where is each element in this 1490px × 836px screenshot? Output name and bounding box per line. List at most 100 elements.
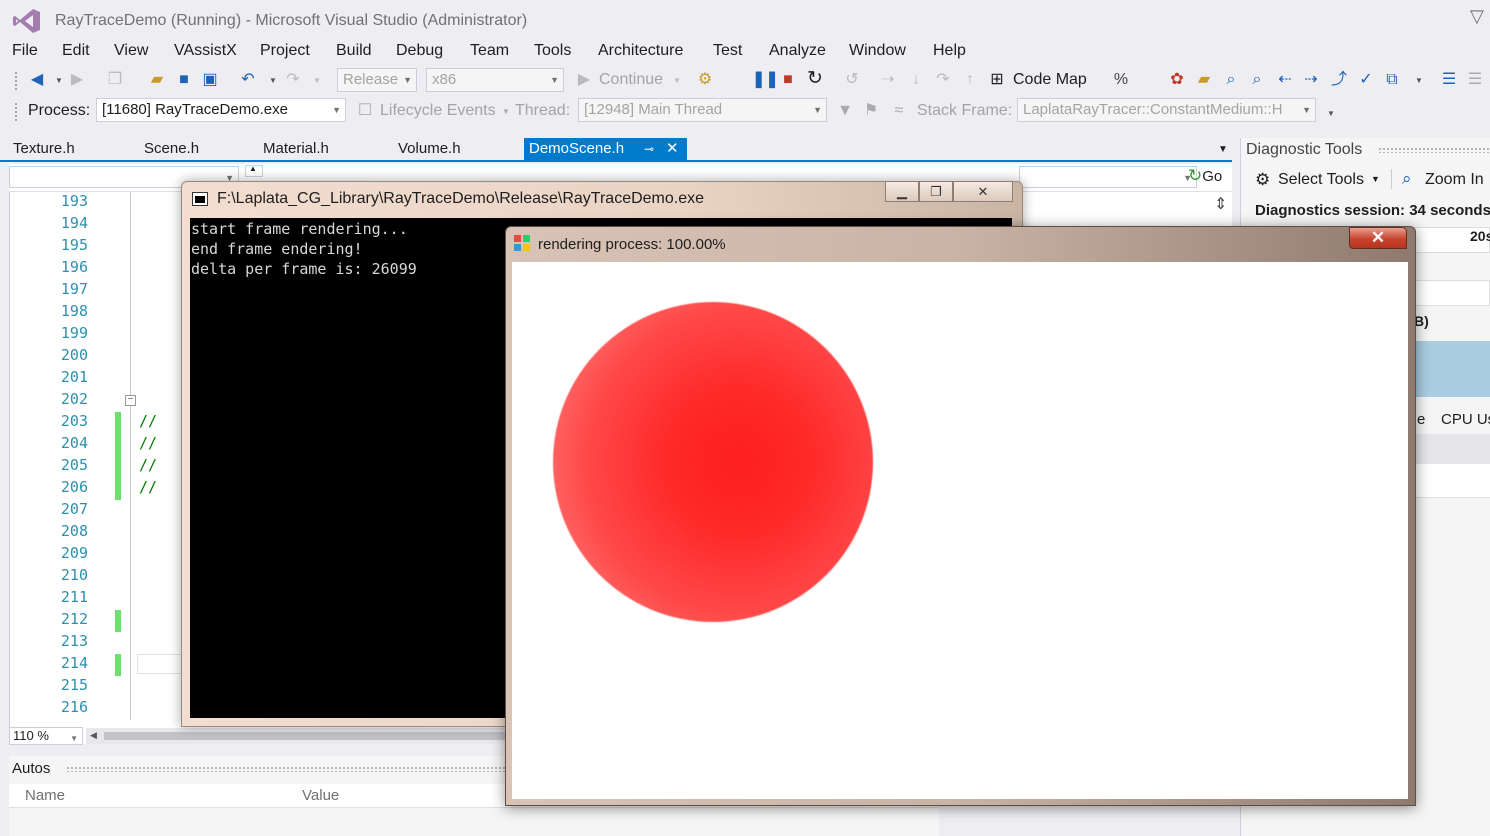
stop-icon[interactable]: ■: [779, 71, 797, 89]
toolbar-grip[interactable]: [14, 102, 19, 122]
menu-test[interactable]: Test: [713, 42, 742, 60]
chevron-down-icon[interactable]: ▼: [497, 103, 515, 121]
thread-dropdown[interactable]: [12948] Main Thread ▼: [578, 98, 827, 122]
go-back-icon[interactable]: ⇠: [1276, 71, 1294, 89]
comment-out-icon[interactable]: ☰: [1440, 71, 1458, 89]
stack-frame-dropdown[interactable]: LaplataRayTracer::ConstantMedium::H ▼: [1017, 98, 1316, 122]
chevron-down-icon[interactable]: ▼: [50, 72, 68, 90]
close-button[interactable]: ✕: [953, 181, 1013, 202]
toolbar-grip[interactable]: [14, 71, 19, 91]
tab-material-h[interactable]: Material.h: [258, 138, 334, 160]
tab-texture-h[interactable]: Texture.h: [8, 138, 80, 160]
menu-architecture[interactable]: Architecture: [598, 42, 683, 60]
uncomment-icon[interactable]: ☰: [1466, 71, 1484, 89]
chevron-down-icon[interactable]: ▼: [1371, 174, 1380, 184]
scrollbar-thumb[interactable]: [104, 732, 524, 740]
refactor-icon[interactable]: ⧉: [1383, 71, 1401, 89]
scroll-left-icon[interactable]: ◀: [90, 730, 97, 741]
menu-vassistx[interactable]: VAssistX: [174, 42, 237, 60]
menu-help[interactable]: Help: [933, 42, 966, 60]
step-out-icon[interactable]: ↑: [961, 71, 979, 89]
menu-view[interactable]: View: [114, 42, 148, 60]
pin-icon[interactable]: ⊸: [644, 138, 654, 160]
select-tools-button[interactable]: Select Tools: [1278, 171, 1364, 189]
code-map-button[interactable]: Code Map: [1013, 71, 1087, 89]
zoom-in-button[interactable]: Zoom In: [1425, 171, 1484, 189]
filter-flag-icon[interactable]: ⚑: [862, 102, 880, 120]
process-label: Process:: [28, 102, 91, 119]
lifecycle-events-icon[interactable]: ☐: [356, 102, 374, 120]
summary-tab[interactable]: e: [1417, 411, 1425, 428]
process-dropdown[interactable]: [11680] RayTraceDemo.exe ▼: [96, 98, 346, 122]
close-button[interactable]: ✕: [1349, 227, 1407, 249]
restart-icon[interactable]: ↻: [806, 69, 824, 88]
go-forward-icon[interactable]: ⇢: [1302, 71, 1320, 89]
menu-project[interactable]: Project: [260, 42, 310, 60]
find-icon[interactable]: ⌕: [1222, 71, 1240, 89]
attach-process-icon[interactable]: ⚙: [696, 71, 714, 89]
menu-debug[interactable]: Debug: [396, 42, 443, 60]
chevron-down-icon[interactable]: ▼: [308, 72, 326, 90]
extension-icon[interactable]: ✿: [1168, 71, 1186, 89]
menu-window[interactable]: Window: [849, 42, 906, 60]
debug-location-toolbar: Process: [11680] RayTraceDemo.exe ▼ ☐ Lif…: [0, 97, 1490, 127]
continue-button[interactable]: Continue: [599, 71, 663, 89]
chevron-down-icon[interactable]: ▼: [264, 72, 282, 90]
navigate-forward-icon[interactable]: ▶: [68, 71, 86, 89]
find-symbol-icon[interactable]: ⌕: [1248, 71, 1266, 89]
undo-icon[interactable]: ↶: [239, 71, 257, 89]
tab-volume-h[interactable]: Volume.h: [393, 138, 466, 160]
solution-platform-dropdown[interactable]: x86 ▼: [426, 68, 564, 92]
console-app-icon: [192, 192, 208, 206]
navigate-back-icon[interactable]: ◀: [28, 71, 46, 89]
panel-grip[interactable]: [1378, 147, 1490, 153]
split-editor-icon[interactable]: ⇕: [1214, 194, 1227, 214]
folder-icon[interactable]: ▰: [1195, 71, 1213, 89]
split-window-button[interactable]: ▲: [245, 164, 263, 177]
member-dropdown[interactable]: ▼: [1019, 166, 1197, 188]
continue-icon[interactable]: ▶: [575, 71, 593, 89]
pause-icon[interactable]: ❚❚: [752, 71, 779, 89]
collapse-icon[interactable]: −: [125, 395, 136, 406]
open-file-icon[interactable]: ▰: [148, 71, 166, 89]
apply-code-changes-icon[interactable]: ↺: [843, 71, 861, 89]
save-icon[interactable]: ■: [175, 71, 193, 89]
close-icon[interactable]: ✕: [666, 138, 679, 160]
menu-team[interactable]: Team: [470, 42, 509, 60]
filter-icon[interactable]: ▼: [836, 102, 854, 120]
step-into-icon[interactable]: ↓: [907, 71, 925, 89]
maximize-button[interactable]: ❐: [919, 181, 953, 202]
go-button[interactable]: ↻Go: [1188, 166, 1222, 186]
show-flagged-threads-icon[interactable]: ≈: [890, 102, 908, 120]
toggle-breakpoint-icon[interactable]: %: [1112, 71, 1130, 89]
menu-analyze[interactable]: Analyze: [769, 42, 826, 60]
cpu-usage-tab[interactable]: CPU Us: [1441, 411, 1490, 428]
chevron-down-icon[interactable]: ▼: [1410, 72, 1428, 90]
show-next-statement-icon[interactable]: ➝: [879, 71, 897, 89]
chevron-down-icon[interactable]: ▼: [1322, 105, 1340, 123]
window-options-icon[interactable]: ▽: [1470, 6, 1490, 26]
new-project-icon[interactable]: ❐: [106, 71, 124, 89]
step-over-icon[interactable]: ↷: [934, 71, 952, 89]
menu-edit[interactable]: Edit: [62, 42, 90, 60]
tab-scene-h[interactable]: Scene.h: [139, 138, 204, 160]
menu-build[interactable]: Build: [336, 42, 372, 60]
chevron-down-icon[interactable]: ▼: [1218, 144, 1228, 155]
tab-demoscene-h[interactable]: DemoScene.h ⊸ ✕: [524, 138, 687, 160]
line-number: 210: [60, 566, 88, 584]
menu-tools[interactable]: Tools: [534, 42, 571, 60]
solution-configuration-dropdown[interactable]: Release ▼: [337, 68, 417, 92]
minimize-button[interactable]: ▁: [885, 181, 919, 202]
chevron-down-icon[interactable]: ▼: [668, 72, 686, 90]
save-all-icon[interactable]: ▣: [201, 71, 219, 89]
redo-icon[interactable]: ↷: [284, 71, 302, 89]
zoom-dropdown[interactable]: 110 % ▼: [9, 727, 83, 745]
menu-file[interactable]: File: [12, 42, 38, 60]
value-column-header[interactable]: Value: [302, 787, 339, 804]
spell-check-icon[interactable]: ✓: [1357, 71, 1375, 89]
name-column-header[interactable]: Name: [25, 787, 65, 804]
window-title: RayTraceDemo (Running) - Microsoft Visua…: [55, 12, 528, 29]
code-map-icon[interactable]: ⊞: [988, 71, 1006, 89]
lifecycle-events-button[interactable]: Lifecycle Events: [380, 102, 496, 120]
open-file-in-solution-icon[interactable]: ⤴: [1330, 71, 1348, 89]
